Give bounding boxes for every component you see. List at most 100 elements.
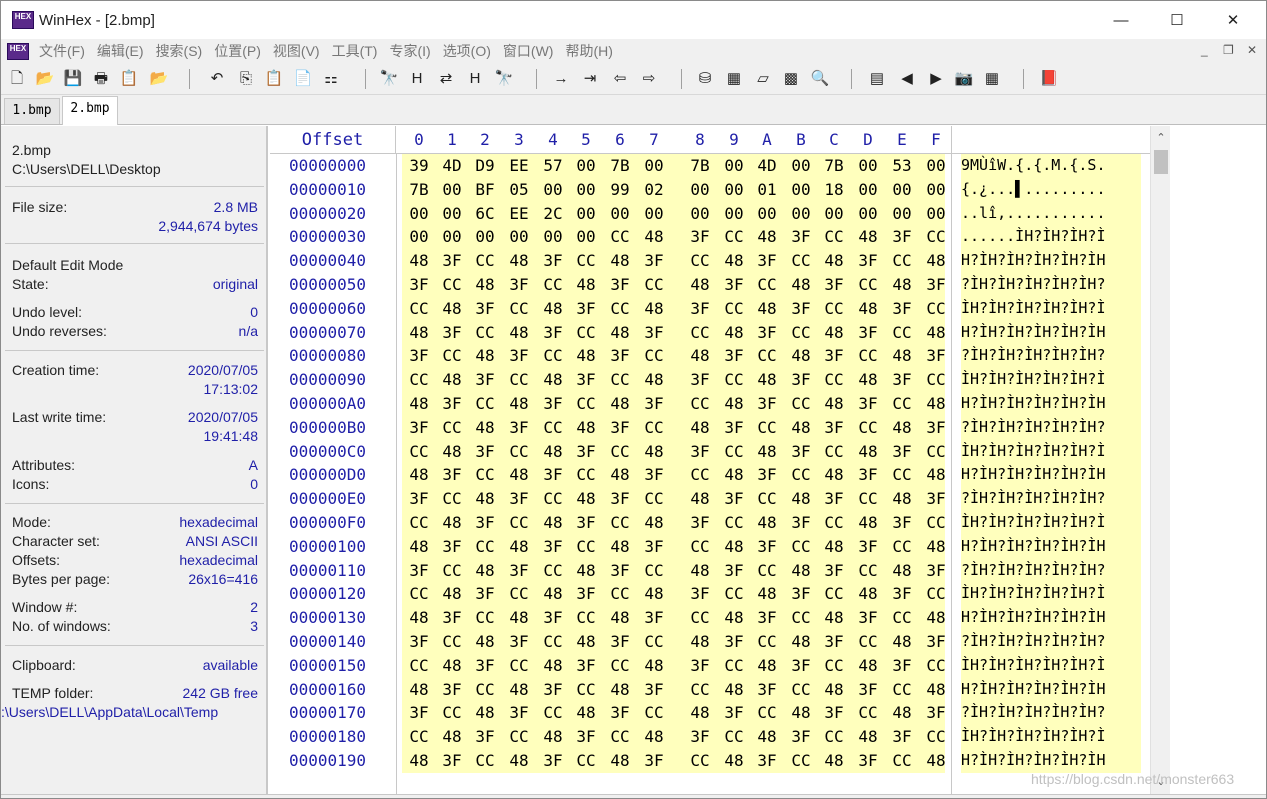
hex-byte[interactable]: BF — [473, 178, 497, 202]
hex-byte[interactable]: CC — [608, 297, 632, 321]
hex-bytes[interactable]: 3F CC 48 3F CC 48 3F CC 48 3F CC 48 3F CC 48 3F — [402, 629, 946, 654]
text-column[interactable]: ÌH?ÌH?ÌH?ÌH?ÌH?Ì — [961, 653, 1141, 678]
hex-byte[interactable]: 00 — [473, 225, 497, 249]
hex-byte[interactable]: 00 — [574, 225, 598, 249]
hex-byte[interactable]: CC — [890, 249, 914, 273]
hex-byte[interactable]: 48 — [440, 725, 464, 749]
hex-byte[interactable]: CC — [924, 368, 948, 392]
hex-byte[interactable]: CC — [789, 463, 813, 487]
hex-byte[interactable]: 48 — [822, 535, 846, 559]
mdi-close-button[interactable]: ✕ — [1247, 43, 1257, 57]
hex-byte[interactable]: 6C — [473, 202, 497, 226]
text-column[interactable]: ?ÌH?ÌH?ÌH?ÌH?ÌH? — [961, 629, 1141, 654]
hex-byte[interactable]: 48 — [608, 749, 632, 773]
close-button[interactable]: ✕ — [1210, 1, 1256, 39]
hex-byte[interactable]: 3F — [822, 487, 846, 511]
hex-byte[interactable]: 3F — [407, 487, 431, 511]
hex-byte[interactable]: 3F — [473, 511, 497, 535]
hex-byte[interactable]: CC — [890, 321, 914, 345]
hex-byte[interactable]: CC — [473, 463, 497, 487]
hex-byte[interactable]: 48 — [890, 416, 914, 440]
hex-bytes[interactable]: CC 48 3F CC 48 3F CC 48 3F CC 48 3F CC 48 3F CC — [402, 439, 946, 464]
goto-offset-icon[interactable]: → — [551, 69, 571, 89]
hex-byte[interactable]: 00 — [924, 154, 948, 178]
hex-byte[interactable]: 48 — [924, 392, 948, 416]
hex-byte[interactable]: 3F — [890, 368, 914, 392]
hex-byte[interactable]: 48 — [440, 511, 464, 535]
hex-byte[interactable]: CC — [755, 416, 779, 440]
hex-byte[interactable]: 00 — [440, 178, 464, 202]
hex-byte[interactable]: 48 — [924, 535, 948, 559]
hex-byte[interactable]: 48 — [473, 344, 497, 368]
hex-byte[interactable]: 00 — [856, 178, 880, 202]
hex-byte[interactable]: 3F — [473, 297, 497, 321]
hex-byte[interactable]: CC — [722, 440, 746, 464]
text-column[interactable]: {.¿...▌......... — [961, 177, 1141, 202]
undo-icon[interactable]: ↶ — [207, 69, 227, 89]
hex-byte[interactable]: CC — [822, 511, 846, 535]
hex-byte[interactable]: CC — [688, 321, 712, 345]
open-folder-icon[interactable]: 📂 — [35, 69, 55, 89]
hex-byte[interactable]: 48 — [507, 678, 531, 702]
hex-byte[interactable]: 00 — [890, 202, 914, 226]
open-disk-icon[interactable]: ⛁ — [695, 69, 715, 89]
hex-bytes[interactable]: 00 00 6C EE 2C 00 00 00 00 00 00 00 00 00 00 00 — [402, 201, 946, 226]
hex-byte[interactable]: CC — [608, 368, 632, 392]
vertical-scrollbar[interactable]: ⌃ ⌄ — [1150, 126, 1170, 794]
hex-byte[interactable]: CC — [642, 416, 666, 440]
hex-bytes[interactable]: 48 3F CC 48 3F CC 48 3F CC 48 3F CC 48 3F CC 48 — [402, 463, 948, 488]
hex-byte[interactable]: 3F — [642, 749, 666, 773]
hex-bytes[interactable]: CC 48 3F CC 48 3F CC 48 3F CC 48 3F CC 48 3F CC — [402, 582, 946, 607]
hex-byte[interactable]: CC — [722, 368, 746, 392]
hex-byte[interactable]: 3F — [924, 344, 948, 368]
hex-bytes[interactable]: 00 00 00 00 00 00 CC 48 3F CC 48 3F CC 48 3F CC — [402, 225, 946, 250]
hex-byte[interactable]: 48 — [924, 463, 948, 487]
scroll-thumb[interactable] — [1154, 150, 1168, 174]
hex-byte[interactable]: 3F — [688, 725, 712, 749]
hex-byte[interactable]: 57 — [541, 154, 565, 178]
hex-byte[interactable]: 3F — [507, 344, 531, 368]
hex-byte[interactable]: 48 — [507, 249, 531, 273]
hex-byte[interactable]: 48 — [473, 416, 497, 440]
hex-byte[interactable]: CC — [608, 225, 632, 249]
hex-byte[interactable]: 3F — [407, 630, 431, 654]
hex-byte[interactable]: CC — [507, 297, 531, 321]
find-hex-icon[interactable]: H — [407, 69, 427, 89]
text-column[interactable]: ?ÌH?ÌH?ÌH?ÌH?ÌH? — [961, 415, 1141, 440]
hex-byte[interactable]: 3F — [722, 559, 746, 583]
help-book-icon[interactable]: 📕 — [1039, 69, 1059, 89]
hex-byte[interactable]: CC — [642, 701, 666, 725]
hex-byte[interactable]: CC — [574, 321, 598, 345]
hex-byte[interactable]: CC — [890, 606, 914, 630]
hex-byte[interactable]: 48 — [924, 678, 948, 702]
hex-byte[interactable]: CC — [642, 630, 666, 654]
hex-byte[interactable]: 3F — [541, 606, 565, 630]
hex-byte[interactable]: 3F — [642, 392, 666, 416]
hex-byte[interactable]: 48 — [789, 559, 813, 583]
hex-byte[interactable]: 3F — [688, 654, 712, 678]
save-icon[interactable]: 💾 — [63, 69, 83, 89]
hex-byte[interactable]: EE — [507, 154, 531, 178]
hex-byte[interactable]: 3F — [440, 392, 464, 416]
hex-byte[interactable]: 48 — [608, 535, 632, 559]
hex-byte[interactable]: 3F — [688, 225, 712, 249]
hex-editor[interactable]: Offset 0123456789ABCDEF 00000000 39 4D D9 EE… — [270, 126, 1150, 794]
hex-byte[interactable]: 48 — [473, 559, 497, 583]
hex-byte[interactable]: 48 — [924, 249, 948, 273]
hex-byte[interactable]: 48 — [440, 582, 464, 606]
hex-byte[interactable]: CC — [789, 321, 813, 345]
hex-byte[interactable]: 3F — [473, 368, 497, 392]
hex-byte[interactable]: CC — [608, 725, 632, 749]
new-file-icon[interactable]: 🗋 — [7, 69, 27, 89]
hex-byte[interactable]: CC — [755, 487, 779, 511]
hex-byte[interactable]: 48 — [642, 725, 666, 749]
hex-bytes[interactable]: CC 48 3F CC 48 3F CC 48 3F CC 48 3F CC 48 3F CC — [402, 653, 946, 678]
hex-byte[interactable]: 3F — [642, 535, 666, 559]
hex-byte[interactable]: 3F — [407, 701, 431, 725]
hex-byte[interactable]: 3F — [890, 440, 914, 464]
hex-byte[interactable]: 3F — [574, 654, 598, 678]
hex-bytes[interactable]: 48 3F CC 48 3F CC 48 3F CC 48 3F CC 48 3F CC 48 — [402, 606, 946, 630]
hex-byte[interactable]: 3F — [688, 511, 712, 535]
hex-byte[interactable]: 48 — [574, 559, 598, 583]
hex-byte[interactable]: CC — [507, 511, 531, 535]
